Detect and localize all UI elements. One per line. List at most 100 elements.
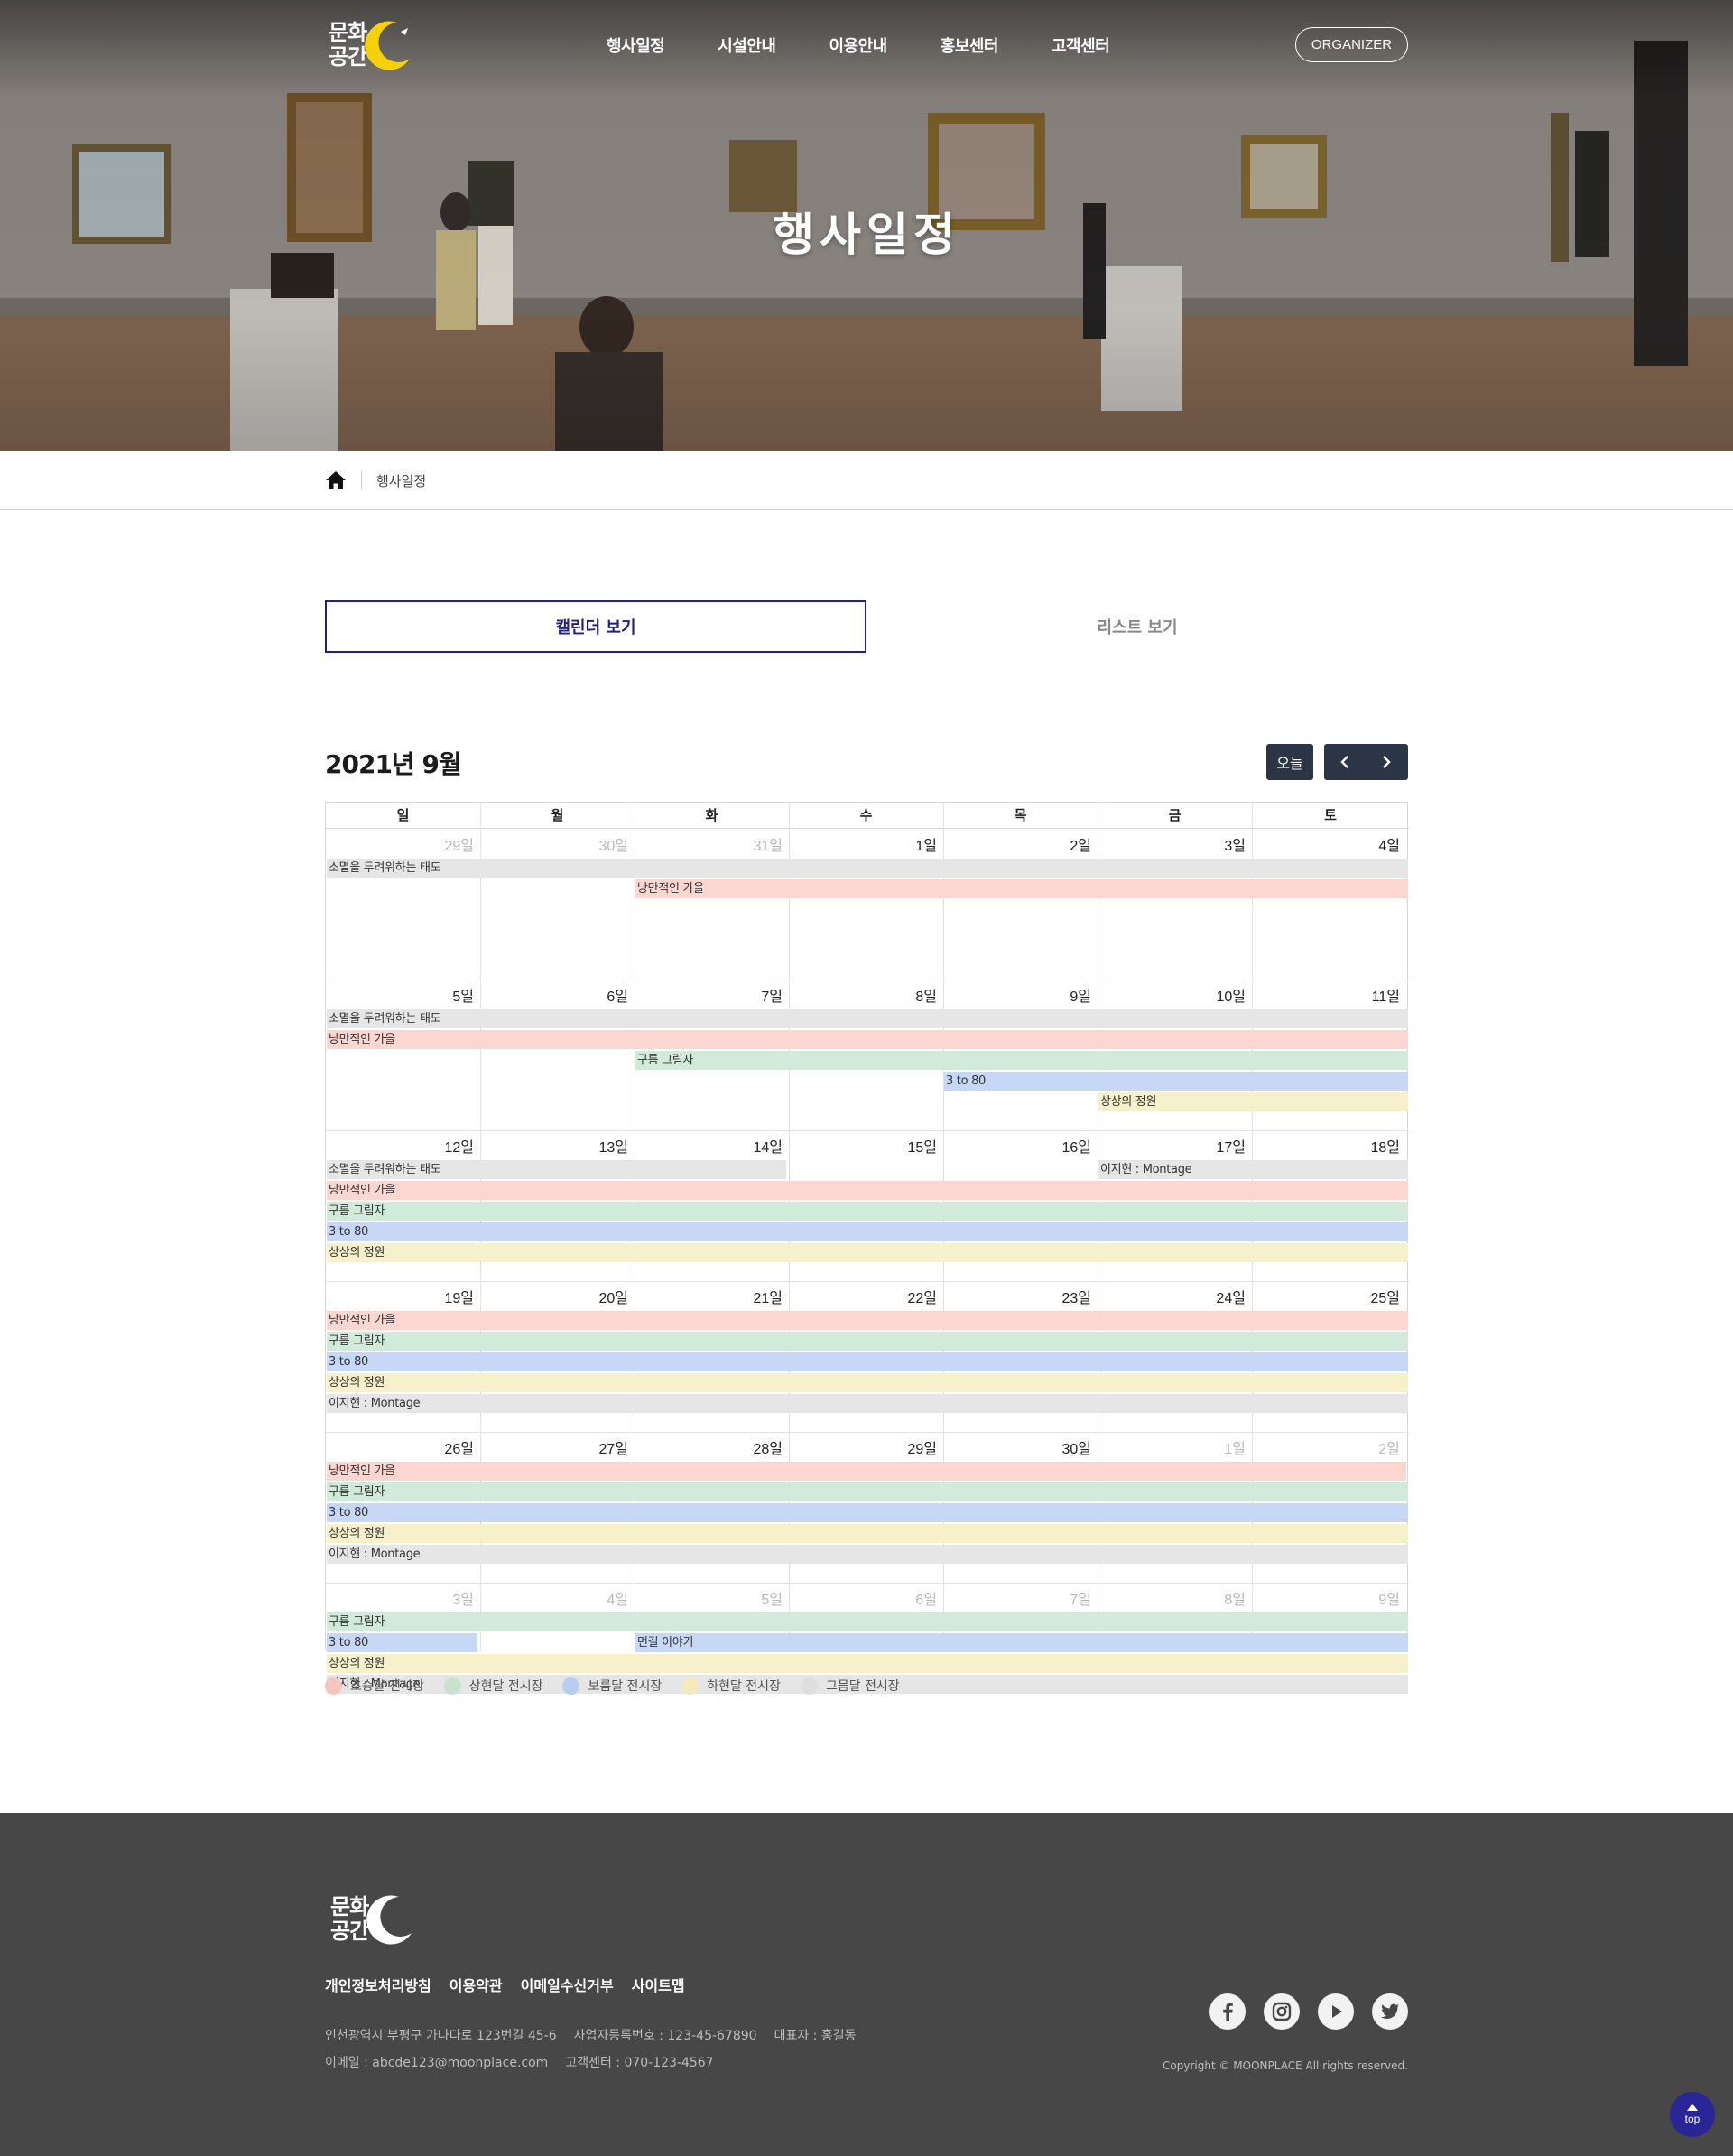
calendar-event[interactable]: 소멸을 두려워하는 태도 (327, 1160, 786, 1179)
day-number[interactable]: 15일 (789, 1135, 937, 1157)
calendar-event[interactable]: 먼길 이야기 (635, 1633, 1408, 1652)
calendar-event[interactable]: 낭만적인 가을 (327, 1311, 1408, 1330)
site-logo[interactable]: 문화 공간 (325, 16, 415, 74)
calendar-event[interactable]: 낭만적인 가을 (635, 879, 1408, 898)
calendar-event[interactable]: 상상의 정원 (327, 1654, 1408, 1673)
calendar-event[interactable]: 3 to 80 (327, 1352, 1408, 1371)
day-number[interactable]: 8일 (789, 984, 937, 1006)
calendar-event[interactable]: 상상의 정원 (327, 1373, 1408, 1392)
day-number[interactable]: 9일 (1252, 1587, 1400, 1609)
calendar-event[interactable]: 구름 그림자 (327, 1482, 1408, 1501)
day-number[interactable]: 22일 (789, 1286, 937, 1307)
day-number[interactable]: 4일 (480, 1587, 628, 1609)
calendar-event[interactable]: 3 to 80 (327, 1222, 1408, 1241)
calendar-event[interactable]: 소멸을 두려워하는 태도 (327, 859, 1408, 878)
facebook-button[interactable] (1209, 1993, 1246, 2030)
day-number[interactable]: 23일 (943, 1286, 1091, 1307)
day-number[interactable]: 29일 (789, 1436, 937, 1458)
tab-list-view[interactable]: 리스트 보기 (866, 600, 1408, 653)
day-number[interactable]: 7일 (635, 984, 783, 1006)
day-number[interactable]: 17일 (1098, 1135, 1246, 1157)
day-number[interactable]: 30일 (943, 1436, 1091, 1458)
day-number[interactable]: 21일 (635, 1286, 783, 1307)
footer-link-terms[interactable]: 이용약관 (449, 1974, 503, 1995)
day-number[interactable]: 19일 (326, 1286, 474, 1307)
day-number[interactable]: 6일 (480, 984, 628, 1006)
today-button[interactable]: 오늘 (1266, 744, 1313, 780)
prev-month-button[interactable] (1324, 744, 1366, 780)
footer-email: 이메일 : abcde123@moonplace.com (325, 2056, 549, 2070)
home-icon[interactable] (325, 470, 347, 490)
day-number[interactable]: 10일 (1098, 984, 1246, 1006)
nav-item-usage[interactable]: 이용안내 (829, 33, 888, 57)
day-number[interactable]: 20일 (480, 1286, 628, 1307)
calendar-event[interactable]: 낭만적인 가을 (327, 1030, 1408, 1049)
calendar-event[interactable]: 이지현 : Montage (327, 1545, 1408, 1564)
calendar-event[interactable]: 구름 그림자 (327, 1612, 1408, 1631)
weekday-label: 목 (1014, 807, 1027, 823)
twitter-button[interactable] (1372, 1993, 1408, 2030)
calendar-month-title: 2021년 9월 (325, 749, 462, 779)
nav-item-events[interactable]: 행사일정 (607, 33, 665, 57)
day-number[interactable]: 8일 (1098, 1587, 1246, 1609)
day-number[interactable]: 3일 (326, 1587, 474, 1609)
day-number[interactable]: 18일 (1252, 1135, 1400, 1157)
calendar-event[interactable]: 상상의 정원 (327, 1243, 1408, 1262)
day-number[interactable]: 4일 (1252, 833, 1400, 855)
calendar-event[interactable]: 낭만적인 가을 (327, 1181, 1408, 1200)
calendar-event[interactable]: 3 to 80 (327, 1503, 1408, 1522)
day-number[interactable]: 3일 (1098, 833, 1246, 855)
day-number[interactable]: 25일 (1252, 1286, 1400, 1307)
calendar-event[interactable]: 상상의 정원 (327, 1524, 1408, 1543)
day-number[interactable]: 26일 (326, 1436, 474, 1458)
calendar-event[interactable]: 구름 그림자 (327, 1332, 1408, 1351)
day-number[interactable]: 11일 (1252, 984, 1400, 1006)
footer-link-email-refuse[interactable]: 이메일수신거부 (521, 1974, 614, 1995)
next-month-button[interactable] (1366, 744, 1407, 780)
scroll-top-button[interactable]: top (1670, 2092, 1715, 2137)
calendar-event[interactable]: 3 to 80 (944, 1072, 1408, 1091)
breadcrumb-current[interactable]: 행사일정 (376, 471, 426, 490)
tab-calendar-view[interactable]: 캘린더 보기 (325, 600, 866, 653)
footer-link-privacy[interactable]: 개인정보처리방침 (325, 1974, 431, 1995)
instagram-button[interactable] (1264, 1993, 1300, 2030)
organizer-button[interactable]: ORGANIZER (1295, 27, 1408, 62)
day-number[interactable]: 2일 (943, 833, 1091, 855)
day-number[interactable]: 1일 (1098, 1436, 1246, 1458)
calendar-event[interactable]: 구름 그림자 (327, 1202, 1408, 1221)
day-number[interactable]: 29일 (326, 833, 474, 855)
day-number[interactable]: 5일 (326, 984, 474, 1006)
facebook-icon (1223, 2003, 1233, 2021)
day-number[interactable]: 2일 (1252, 1436, 1400, 1458)
legend-label: 그믐달 전시장 (825, 1679, 900, 1694)
week-divider (326, 1583, 1409, 1584)
day-number[interactable]: 6일 (789, 1587, 937, 1609)
day-number[interactable]: 28일 (635, 1436, 783, 1458)
day-number[interactable]: 7일 (943, 1587, 1091, 1609)
calendar-event[interactable]: 구름 그림자 (635, 1051, 1408, 1070)
day-number[interactable]: 24일 (1098, 1286, 1246, 1307)
footer-link-sitemap[interactable]: 사이트맵 (632, 1974, 685, 1995)
day-number[interactable]: 1일 (789, 833, 937, 855)
day-number[interactable]: 30일 (480, 833, 628, 855)
nav-item-support[interactable]: 고객센터 (1052, 33, 1110, 57)
youtube-button[interactable] (1318, 1993, 1354, 2030)
nav-item-facilities[interactable]: 시설안내 (718, 33, 776, 57)
day-number[interactable]: 5일 (635, 1587, 783, 1609)
day-number[interactable]: 12일 (326, 1135, 474, 1157)
footer-address: 인천광역시 부평구 가나다로 123번길 45-6 (325, 2029, 557, 2043)
calendar-event[interactable]: 3 to 80 (327, 1633, 477, 1652)
day-number[interactable]: 14일 (635, 1135, 783, 1157)
day-number[interactable]: 9일 (943, 984, 1091, 1006)
footer-logo[interactable]: 문화 공간 (327, 1891, 417, 1948)
calendar-event[interactable]: 이지현 : Montage (1098, 1160, 1408, 1179)
day-number[interactable]: 31일 (635, 833, 783, 855)
day-number[interactable]: 27일 (480, 1436, 628, 1458)
nav-item-promotion[interactable]: 홍보센터 (941, 33, 999, 57)
day-number[interactable]: 13일 (480, 1135, 628, 1157)
day-number[interactable]: 16일 (943, 1135, 1091, 1157)
calendar-event[interactable]: 소멸을 두려워하는 태도 (327, 1009, 1408, 1028)
calendar-event[interactable]: 상상의 정원 (1098, 1092, 1408, 1111)
calendar-event[interactable]: 이지현 : Montage (327, 1394, 1408, 1413)
calendar-event[interactable]: 낭만적인 가을 (327, 1462, 1406, 1481)
